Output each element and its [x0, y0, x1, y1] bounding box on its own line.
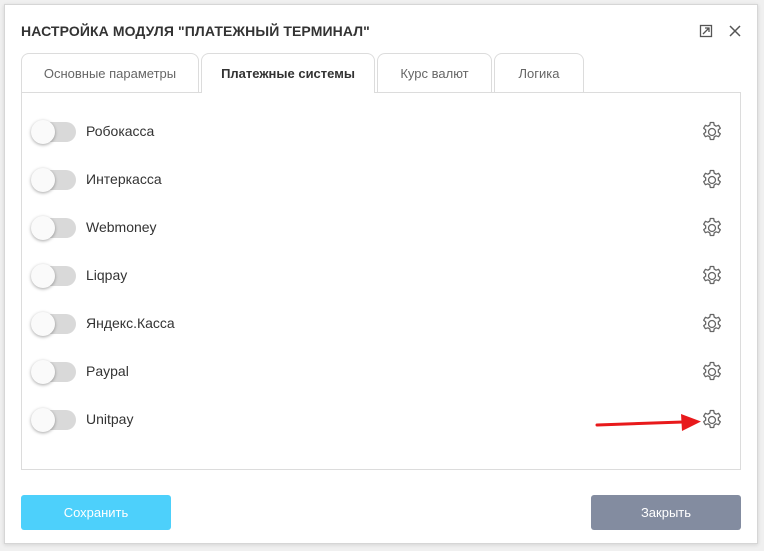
gear-icon[interactable]: [700, 168, 724, 192]
toggle-knob: [31, 168, 55, 192]
gear-icon[interactable]: [700, 120, 724, 144]
toggle-switch[interactable]: [31, 120, 76, 144]
toggle-switch[interactable]: [31, 408, 76, 432]
payment-system-row-webmoney: Webmoney: [22, 208, 740, 256]
toggle-knob: [31, 264, 55, 288]
tab-bar: Основные параметры Платежные системы Кур…: [21, 53, 586, 93]
toggle-knob: [31, 120, 55, 144]
red-arrow-icon: [595, 414, 701, 431]
payment-system-label: Liqpay: [86, 267, 128, 283]
toggle-switch[interactable]: [31, 360, 76, 384]
close-button[interactable]: Закрыть: [591, 495, 741, 530]
toggle-switch[interactable]: [31, 312, 76, 336]
dialog-title: НАСТРОЙКА МОДУЛЯ "ПЛАТЕЖНЫЙ ТЕРМИНАЛ": [21, 23, 370, 39]
settings-dialog: НАСТРОЙКА МОДУЛЯ "ПЛАТЕЖНЫЙ ТЕРМИНАЛ" Ос…: [4, 4, 758, 544]
toggle-switch[interactable]: [31, 264, 76, 288]
payment-system-label: Интеркасса: [86, 171, 162, 187]
close-icon[interactable]: [725, 21, 745, 41]
payment-system-row-liqpay: Liqpay: [22, 256, 740, 304]
tab-label: Платежные системы: [221, 66, 355, 81]
tab-main-parameters[interactable]: Основные параметры: [21, 53, 199, 92]
gear-icon[interactable]: [700, 408, 724, 432]
toggle-knob: [31, 408, 55, 432]
payment-system-row-paypal: Paypal: [22, 352, 740, 400]
save-button[interactable]: Сохранить: [21, 495, 171, 530]
payment-system-row-yandex-kassa: Яндекс.Касса: [22, 304, 740, 352]
tab-label: Основные параметры: [43, 65, 177, 81]
gear-icon[interactable]: [700, 312, 724, 336]
toggle-switch[interactable]: [31, 216, 76, 240]
tab-label: Курс валют: [400, 65, 469, 81]
payment-system-label: Яндекс.Касса: [86, 315, 175, 331]
tab-payment-systems[interactable]: Платежные системы: [201, 53, 375, 93]
tab-label: Логика: [518, 65, 560, 81]
toggle-knob: [31, 312, 55, 336]
toggle-switch[interactable]: [31, 168, 76, 192]
payment-system-label: Робокасса: [86, 123, 155, 139]
toggle-knob: [31, 360, 55, 384]
payment-system-label: Webmoney: [86, 219, 157, 235]
tab-logic[interactable]: Логика: [494, 53, 584, 92]
gear-icon[interactable]: [700, 264, 724, 288]
toggle-knob: [31, 216, 55, 240]
payment-system-row-interkassa: Интеркасса: [22, 160, 740, 208]
gear-icon[interactable]: [700, 360, 724, 384]
maximize-icon[interactable]: [696, 21, 716, 41]
tab-exchange-rates[interactable]: Курс валют: [377, 53, 492, 92]
gear-icon[interactable]: [700, 216, 724, 240]
payment-system-label: Paypal: [86, 363, 129, 379]
payment-system-label: Unitpay: [86, 411, 134, 427]
payment-system-row-robokassa: Робокасса: [22, 112, 740, 160]
